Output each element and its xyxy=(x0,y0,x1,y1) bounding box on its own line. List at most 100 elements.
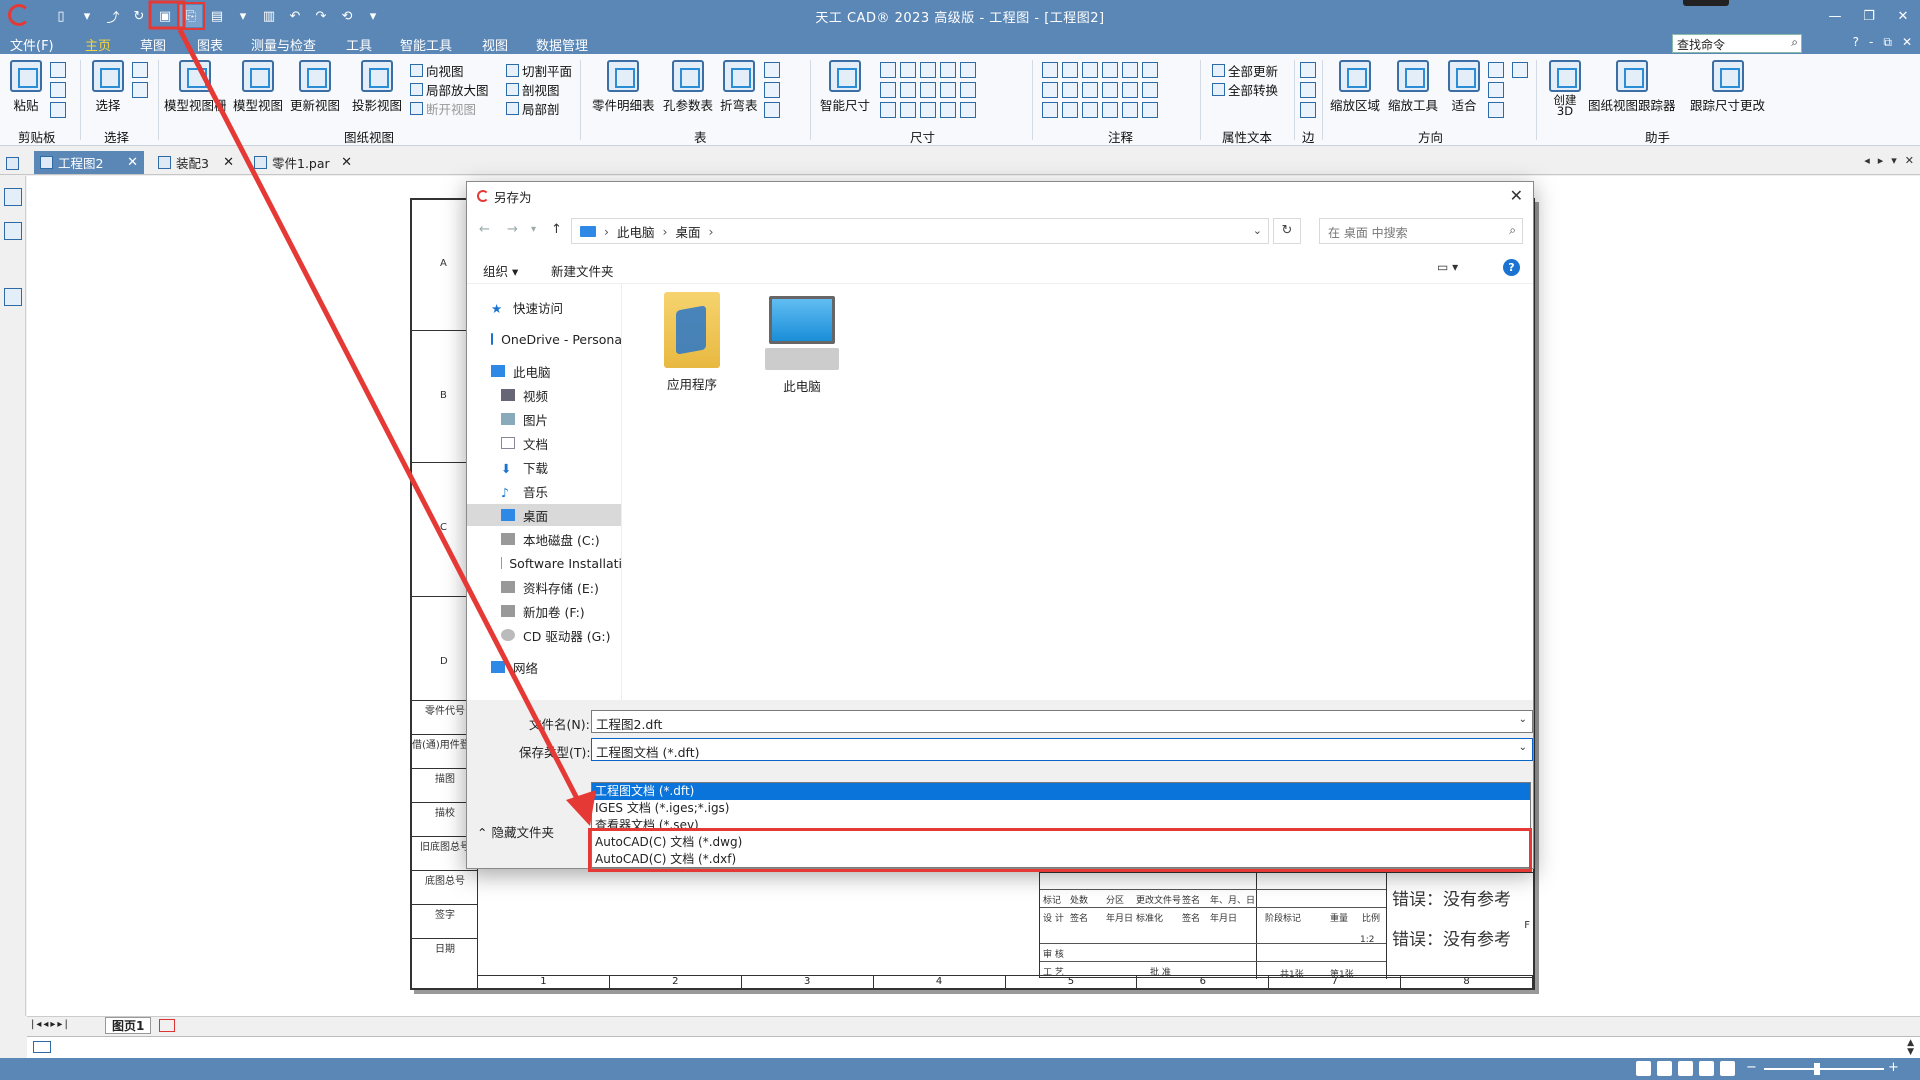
dim-tool-7-icon[interactable] xyxy=(900,82,916,98)
dim-tool-9-icon[interactable] xyxy=(940,82,956,98)
drawing-view-tracker-button[interactable]: 图纸视图跟踪器 xyxy=(1588,60,1676,114)
edge-tool-3-icon[interactable] xyxy=(1300,102,1316,118)
nav-this-pc[interactable]: 此电脑 xyxy=(467,360,621,382)
sheet-tab-1[interactable]: 图页1 xyxy=(105,1017,152,1034)
recent-dropdown-icon[interactable]: ▾ xyxy=(531,224,536,235)
ann-tool-8-icon[interactable] xyxy=(1062,82,1078,98)
edge-tool-1-icon[interactable] xyxy=(1300,62,1316,78)
nav-drive-c[interactable]: 本地磁盘 (C:) xyxy=(467,528,621,550)
save-icon[interactable]: ▣ xyxy=(154,5,176,27)
ann-tool-14-icon[interactable] xyxy=(1062,102,1078,118)
nav-videos[interactable]: 视频 xyxy=(467,384,621,406)
filetype-option[interactable]: 查看器文档 (*.sev) xyxy=(592,817,1530,834)
previous-view-icon[interactable] xyxy=(1488,102,1504,118)
filetype-option[interactable]: IGES 文档 (*.iges;*.igs) xyxy=(592,800,1530,817)
nav-desktop[interactable]: 桌面 xyxy=(467,504,621,526)
zoom-area-button[interactable]: 缩放区域 xyxy=(1330,60,1380,114)
parts-list-button[interactable]: 零件明细表 xyxy=(592,60,655,114)
ann-tool-7-icon[interactable] xyxy=(1042,82,1058,98)
tab-part1[interactable]: 零件1.par ✕ xyxy=(248,151,358,174)
menu-smart-tools[interactable]: 智能工具 xyxy=(400,35,452,54)
paste-button[interactable]: 粘贴 xyxy=(10,60,42,114)
new-folder-button[interactable]: 新建文件夹 xyxy=(551,261,614,280)
sheet-nav-icons[interactable]: |◂◂▸▸| xyxy=(31,1019,70,1030)
panel-icon[interactable] xyxy=(6,152,19,175)
zoom-slider[interactable] xyxy=(1764,1063,1884,1075)
tab-assembly3[interactable]: 装配3 ✕ xyxy=(152,151,240,174)
ann-tool-17-icon[interactable] xyxy=(1122,102,1138,118)
tab-close-all-icon[interactable]: ✕ xyxy=(1905,154,1914,167)
format-painter-icon[interactable] xyxy=(50,102,66,118)
close-icon[interactable]: ✕ xyxy=(1886,0,1920,32)
filetype-option[interactable]: 工程图文档 (*.dft) xyxy=(592,783,1530,800)
edge-tool-2-icon[interactable] xyxy=(1300,82,1316,98)
tab-close-icon[interactable]: ✕ xyxy=(127,155,138,170)
ann-tool-11-icon[interactable] xyxy=(1122,82,1138,98)
app-logo-icon[interactable] xyxy=(8,4,30,26)
nav-music[interactable]: ♪ 音乐 xyxy=(467,480,621,502)
cut-icon[interactable] xyxy=(50,62,66,78)
address-dropdown-icon[interactable]: ⌄ xyxy=(1253,224,1262,237)
print-dropdown-icon[interactable]: ▾ xyxy=(232,5,254,27)
ann-tool-13-icon[interactable] xyxy=(1042,102,1058,118)
menu-measure[interactable]: 测量与检查 xyxy=(251,35,316,54)
up-icon[interactable]: ↑ xyxy=(551,222,562,237)
menu-file[interactable]: 文件(F) xyxy=(10,35,54,54)
ann-tool-10-icon[interactable] xyxy=(1102,82,1118,98)
ann-tool-6-icon[interactable] xyxy=(1142,62,1158,78)
dim-tool-12-icon[interactable] xyxy=(900,102,916,118)
pan-status-icon[interactable] xyxy=(1699,1061,1714,1076)
select-filter-icon[interactable] xyxy=(132,62,148,78)
ann-tool-1-icon[interactable] xyxy=(1042,62,1058,78)
dim-tool-3-icon[interactable] xyxy=(920,62,936,78)
dropdown-icon[interactable]: ▾ xyxy=(76,5,98,27)
properties-icon[interactable]: ▥ xyxy=(258,5,280,27)
dialog-search-input[interactable]: 在 桌面 中搜索 ⌕ xyxy=(1319,218,1523,244)
new-sheet-icon[interactable] xyxy=(159,1019,175,1032)
ann-tool-16-icon[interactable] xyxy=(1102,102,1118,118)
nav-drive-e[interactable]: 资料存储 (E:) xyxy=(467,576,621,598)
save-as-icon[interactable]: ⎘ xyxy=(177,2,205,30)
file-item[interactable]: 应用程序 xyxy=(647,292,737,393)
filetype-option[interactable]: AutoCAD(C) 文档 (*.dwg) xyxy=(592,834,1530,851)
ann-tool-4-icon[interactable] xyxy=(1102,62,1118,78)
fit-button[interactable]: 适合 xyxy=(1448,60,1480,114)
nav-onedrive[interactable]: OneDrive - Persona xyxy=(467,328,621,350)
table-tool-2-icon[interactable] xyxy=(764,82,780,98)
model-view-button[interactable]: 模型视图 xyxy=(233,60,283,114)
minimize-icon[interactable]: — xyxy=(1818,0,1852,32)
zoom-slider-knob[interactable] xyxy=(1814,1063,1820,1075)
ann-tool-3-icon[interactable] xyxy=(1082,62,1098,78)
dialog-help-icon[interactable]: ? xyxy=(1503,259,1520,276)
open-file-icon[interactable]: ⤴ xyxy=(102,5,124,27)
dim-tool-11-icon[interactable] xyxy=(880,102,896,118)
dim-tool-4-icon[interactable] xyxy=(940,62,956,78)
bend-table-button[interactable]: 折弯表 xyxy=(720,60,758,114)
chevron-down-icon[interactable]: ⌄ xyxy=(1519,742,1527,753)
update-all-button[interactable]: 全部更新 xyxy=(1212,61,1278,80)
restore-icon[interactable]: ❐ xyxy=(1852,0,1886,32)
table-tool-1-icon[interactable] xyxy=(764,62,780,78)
nav-documents[interactable]: 文档 xyxy=(467,432,621,454)
ribbon-minimize-icon[interactable]: - xyxy=(1869,35,1873,50)
nav-drive-software[interactable]: Software Installati xyxy=(467,552,621,574)
nav-pictures[interactable]: 图片 xyxy=(467,408,621,430)
zoom-out-icon[interactable] xyxy=(1512,62,1528,78)
ann-tool-12-icon[interactable] xyxy=(1142,82,1158,98)
partial-section-button[interactable]: 局部剖 xyxy=(506,99,560,118)
hole-table-button[interactable]: 孔参数表 xyxy=(663,60,713,114)
menu-view[interactable]: 视图 xyxy=(482,35,508,54)
create-3d-button[interactable]: 创建 3D xyxy=(1546,60,1584,117)
breadcrumb-item[interactable]: 桌面 xyxy=(676,222,701,241)
print-icon[interactable]: ▤ xyxy=(206,5,228,27)
file-item[interactable]: 此电脑 xyxy=(757,292,847,395)
section-view-button[interactable]: 剖视图 xyxy=(506,80,560,99)
menu-home[interactable]: 主页 xyxy=(85,35,111,54)
help-icon[interactable]: ? xyxy=(1853,35,1859,50)
ann-tool-2-icon[interactable] xyxy=(1062,62,1078,78)
table-tool-3-icon[interactable] xyxy=(764,102,780,118)
repeat-icon[interactable]: ⟲ xyxy=(336,5,358,27)
nav-drive-f[interactable]: 新加卷 (F:) xyxy=(467,600,621,622)
new-file-icon[interactable]: ▯ xyxy=(50,5,72,27)
dim-tool-15-icon[interactable] xyxy=(960,102,976,118)
